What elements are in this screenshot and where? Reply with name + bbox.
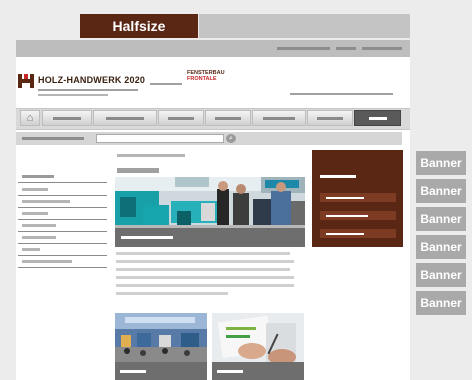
top-ad-space bbox=[199, 14, 410, 38]
nav-item[interactable] bbox=[252, 110, 306, 126]
sidebar-heading bbox=[22, 175, 54, 178]
sidebar-divider bbox=[18, 267, 107, 268]
logo-tagline bbox=[38, 94, 108, 96]
breadcrumb[interactable] bbox=[22, 137, 84, 140]
nav-item-label bbox=[214, 116, 242, 120]
teaser-link-label bbox=[326, 214, 368, 217]
article-text-line bbox=[116, 268, 290, 271]
sidebar-divider bbox=[18, 182, 107, 183]
teaser-link-label bbox=[326, 232, 364, 235]
partner-logo[interactable]: FENSTERBAU FRONTALE bbox=[187, 70, 225, 82]
sidebar-item[interactable] bbox=[22, 260, 72, 263]
thumbnail-caption-title bbox=[217, 369, 243, 373]
nav-item-label bbox=[167, 116, 195, 120]
banner-ad-1[interactable]: Banner bbox=[416, 151, 466, 175]
sidebar-divider bbox=[18, 207, 107, 208]
sidebar-divider bbox=[18, 195, 107, 196]
nav-item[interactable] bbox=[205, 110, 251, 126]
nav-item-label bbox=[52, 116, 82, 120]
nav-item[interactable] bbox=[307, 110, 353, 126]
article-text-line bbox=[116, 260, 294, 263]
halfsize-label: Halfsize bbox=[112, 18, 166, 34]
sidebar-divider bbox=[18, 255, 107, 256]
teaser-link[interactable] bbox=[320, 229, 396, 238]
nav-item[interactable] bbox=[93, 110, 157, 126]
logo-divider bbox=[150, 83, 182, 85]
sidebar-item[interactable] bbox=[22, 212, 48, 215]
article-text-line bbox=[116, 252, 290, 255]
sidebar-divider bbox=[18, 219, 107, 220]
nav-item-label bbox=[368, 116, 387, 120]
nav-item-label bbox=[316, 116, 344, 120]
sidebar-item[interactable] bbox=[22, 236, 56, 239]
nav-item-active[interactable] bbox=[354, 110, 401, 126]
hero-caption[interactable] bbox=[115, 228, 305, 247]
search-icon[interactable]: ⌕ bbox=[226, 134, 236, 143]
sidebar-item[interactable] bbox=[22, 248, 40, 251]
logo-tagline bbox=[38, 89, 138, 91]
sidebar-item[interactable] bbox=[22, 188, 48, 191]
site-logo-text[interactable]: HOLZ-HANDWERK 2020 bbox=[38, 75, 145, 85]
sidebar-divider bbox=[18, 243, 107, 244]
partner-logo-line2: FRONTALE bbox=[187, 76, 217, 82]
thumbnail-caption[interactable] bbox=[212, 362, 304, 380]
article-text-line bbox=[116, 292, 228, 295]
sidebar-item[interactable] bbox=[22, 200, 70, 203]
teaser-link-label bbox=[326, 196, 364, 199]
banner-ad-2[interactable]: Banner bbox=[416, 179, 466, 203]
sidebar-divider bbox=[18, 231, 107, 232]
header-info-line bbox=[290, 93, 393, 95]
service-link[interactable] bbox=[277, 47, 330, 50]
article-text-line bbox=[116, 284, 294, 287]
banner-ad-4[interactable]: Banner bbox=[416, 235, 466, 259]
section-label bbox=[117, 154, 185, 157]
service-link[interactable] bbox=[362, 47, 402, 50]
thumbnail-caption[interactable] bbox=[115, 362, 207, 380]
hero-caption-title bbox=[121, 236, 173, 239]
nav-item-label bbox=[106, 116, 144, 120]
nav-item[interactable] bbox=[42, 110, 92, 126]
banner-ad-5[interactable]: Banner bbox=[416, 263, 466, 287]
sidebar-item[interactable] bbox=[22, 224, 56, 227]
holz-handwerk-logo-icon[interactable] bbox=[18, 74, 34, 88]
halfsize-ad[interactable]: Halfsize bbox=[80, 14, 198, 38]
article-text-line bbox=[116, 276, 294, 279]
article-kicker bbox=[117, 168, 159, 173]
search-input[interactable] bbox=[96, 134, 224, 143]
banner-ad-3[interactable]: Banner bbox=[416, 207, 466, 231]
thumbnail-caption-title bbox=[120, 369, 146, 373]
teaser-link[interactable] bbox=[320, 193, 396, 202]
teaser-link[interactable] bbox=[320, 211, 396, 220]
service-link[interactable] bbox=[336, 47, 356, 50]
teaser-heading bbox=[320, 175, 356, 178]
home-icon[interactable]: ⌂ bbox=[20, 110, 40, 126]
nav-item[interactable] bbox=[158, 110, 204, 126]
banner-ad-6[interactable]: Banner bbox=[416, 291, 466, 315]
nav-item-label bbox=[263, 116, 295, 120]
